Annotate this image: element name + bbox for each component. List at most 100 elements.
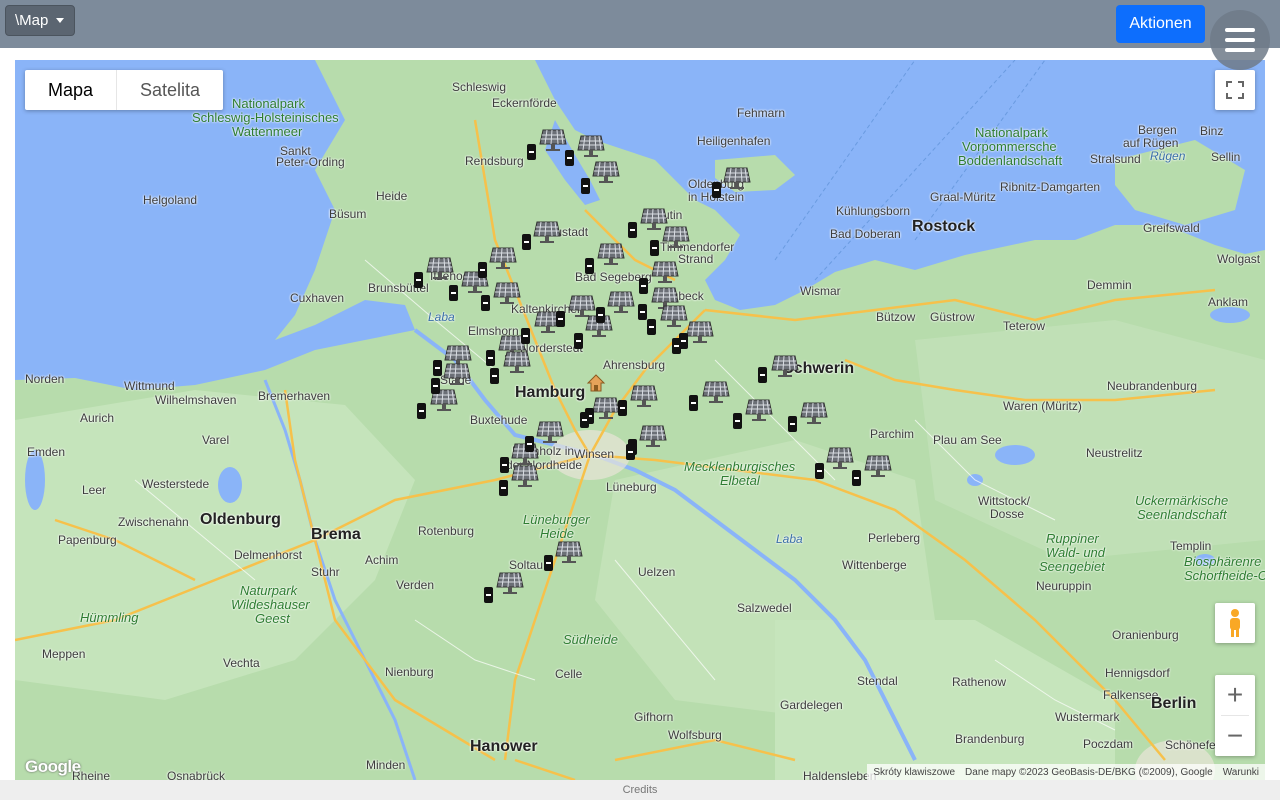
solar-panel-icon[interactable] xyxy=(577,134,605,158)
solar-panel-icon[interactable] xyxy=(496,571,524,595)
map-marker[interactable] xyxy=(647,319,656,335)
map-marker[interactable] xyxy=(788,416,797,432)
map-marker[interactable] xyxy=(628,222,637,238)
map-type-satelita-button[interactable]: Satelita xyxy=(117,70,223,110)
solar-panel-icon[interactable] xyxy=(426,256,454,280)
solar-panel-icon[interactable] xyxy=(511,464,539,488)
map-type-mapa-button[interactable]: Mapa xyxy=(25,70,118,110)
map-label: Heide xyxy=(540,526,574,541)
map-marker[interactable] xyxy=(574,333,583,349)
terms-link[interactable]: Warunki xyxy=(1223,767,1259,778)
map-marker[interactable] xyxy=(433,360,442,376)
credits-link[interactable]: Credits xyxy=(623,784,658,796)
solar-panel-icon[interactable] xyxy=(800,401,828,425)
map-marker[interactable] xyxy=(490,368,499,384)
map-label: Wustermark xyxy=(1055,710,1120,724)
solar-panel-icon[interactable] xyxy=(539,128,567,152)
map-label: Hümmling xyxy=(80,610,139,625)
map-marker[interactable] xyxy=(758,367,767,383)
map-label: Wattenmeer xyxy=(232,124,303,139)
zoom-in-button[interactable]: + xyxy=(1215,675,1255,715)
map-marker[interactable] xyxy=(580,412,589,428)
map-marker[interactable] xyxy=(650,240,659,256)
solar-panel-icon[interactable] xyxy=(639,424,667,448)
solar-panel-icon[interactable] xyxy=(443,362,471,386)
map-label: Bergen xyxy=(1138,123,1177,137)
home-icon[interactable] xyxy=(586,373,606,393)
map-label: Poczdam xyxy=(1083,737,1134,751)
map-label: Wolfsburg xyxy=(668,728,722,742)
solar-panel-icon[interactable] xyxy=(651,260,679,284)
map-label: Güstrow xyxy=(930,310,975,324)
map-marker[interactable] xyxy=(527,144,536,160)
zoom-out-button[interactable]: − xyxy=(1215,716,1255,756)
solar-panel-icon[interactable] xyxy=(489,246,517,270)
hamburger-menu-button[interactable] xyxy=(1210,10,1270,70)
map-marker[interactable] xyxy=(672,338,681,354)
map-marker[interactable] xyxy=(499,480,508,496)
map-marker[interactable] xyxy=(481,295,490,311)
map-marker[interactable] xyxy=(618,400,627,416)
solar-panel-icon[interactable] xyxy=(826,446,854,470)
solar-panel-icon[interactable] xyxy=(533,220,561,244)
map-marker[interactable] xyxy=(478,262,487,278)
map-marker[interactable] xyxy=(581,178,590,194)
solar-panel-icon[interactable] xyxy=(555,540,583,564)
map-label: Bremerhaven xyxy=(258,389,331,403)
solar-panel-icon[interactable] xyxy=(503,350,531,374)
map-marker[interactable] xyxy=(484,587,493,603)
map-marker[interactable] xyxy=(525,436,534,452)
solar-panel-icon[interactable] xyxy=(597,242,625,266)
keyboard-shortcuts-link[interactable]: Skróty klawiszowe xyxy=(873,767,955,778)
solar-panel-icon[interactable] xyxy=(592,396,620,420)
map-marker[interactable] xyxy=(689,395,698,411)
caret-down-icon xyxy=(56,18,65,23)
map-label: Rendsburg xyxy=(465,154,524,168)
map-marker[interactable] xyxy=(596,307,605,323)
menu-icon-bar xyxy=(1225,38,1255,42)
map-marker[interactable] xyxy=(544,555,553,571)
solar-panel-icon[interactable] xyxy=(864,454,892,478)
map-marker[interactable] xyxy=(733,413,742,429)
solar-panel-icon[interactable] xyxy=(771,354,799,378)
solar-panel-icon[interactable] xyxy=(745,398,773,422)
map-marker[interactable] xyxy=(712,182,721,198)
map-marker[interactable] xyxy=(417,403,426,419)
map-marker[interactable] xyxy=(556,311,565,327)
solar-panel-icon[interactable] xyxy=(662,225,690,249)
aktionen-button[interactable]: Aktionen xyxy=(1116,5,1205,43)
map-marker[interactable] xyxy=(521,328,530,344)
map-marker[interactable] xyxy=(500,457,509,473)
solar-panel-icon[interactable] xyxy=(723,166,751,190)
map-marker[interactable] xyxy=(486,350,495,366)
map-canvas[interactable]: Wyk auf FöhrSchleswigEckernfördeFehmarnH… xyxy=(15,60,1265,780)
map-marker[interactable] xyxy=(414,272,423,288)
map-marker[interactable] xyxy=(639,278,648,294)
solar-panel-icon[interactable] xyxy=(536,420,564,444)
solar-panel-icon[interactable] xyxy=(702,380,730,404)
map-label: Delmenhorst xyxy=(234,548,303,562)
map-label: Nationalpark xyxy=(232,96,305,111)
map-label: Uelzen xyxy=(638,565,676,579)
map-marker[interactable] xyxy=(522,234,531,250)
map-marker[interactable] xyxy=(626,444,635,460)
solar-panel-icon[interactable] xyxy=(660,304,688,328)
map-view-dropdown[interactable]: \Map xyxy=(5,5,76,36)
map-marker[interactable] xyxy=(431,378,440,394)
map-label: Minden xyxy=(366,758,406,772)
map-marker[interactable] xyxy=(585,258,594,274)
solar-panel-icon[interactable] xyxy=(686,320,714,344)
map-marker[interactable] xyxy=(638,304,647,320)
map-marker[interactable] xyxy=(565,150,574,166)
solar-panel-icon[interactable] xyxy=(607,290,635,314)
solar-panel-icon[interactable] xyxy=(592,160,620,184)
street-view-pegman-button[interactable] xyxy=(1215,603,1255,643)
solar-panel-icon[interactable] xyxy=(493,281,521,305)
solar-panel-icon[interactable] xyxy=(630,384,658,408)
map-marker[interactable] xyxy=(815,463,824,479)
map-marker[interactable] xyxy=(852,470,861,486)
fullscreen-button[interactable] xyxy=(1215,70,1255,110)
map-marker[interactable] xyxy=(449,285,458,301)
fullscreen-icon xyxy=(1226,81,1244,99)
pegman-icon xyxy=(1230,609,1240,637)
